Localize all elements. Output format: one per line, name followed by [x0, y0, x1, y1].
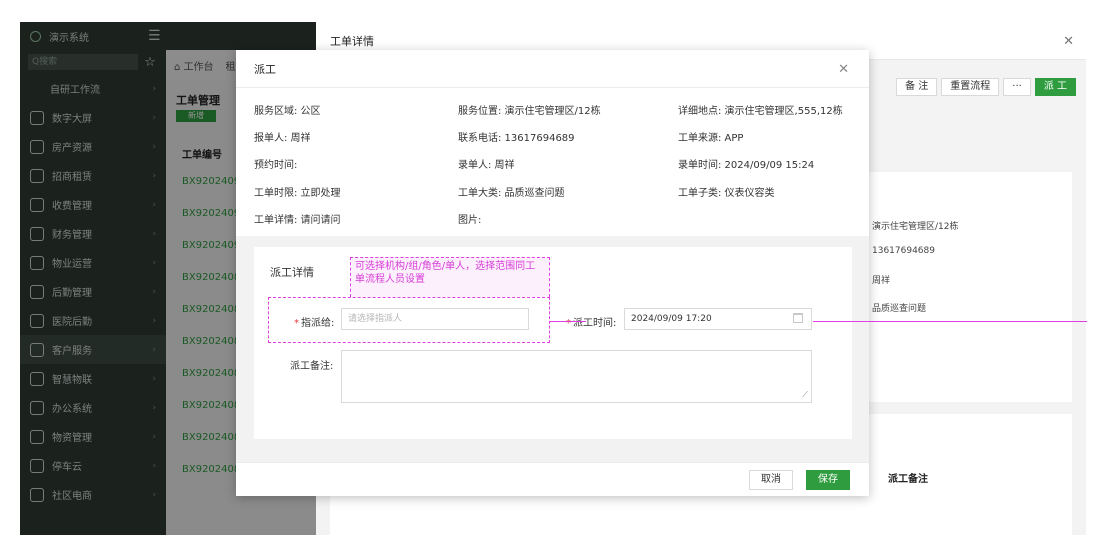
info-appointment: 预约时间:: [254, 160, 298, 171]
info-reporter: 报单人: 周祥: [254, 133, 311, 144]
more-button[interactable]: ···: [1003, 78, 1031, 96]
cancel-button[interactable]: 取消: [749, 470, 793, 490]
column-header-dispatch-remark: 派工备注: [888, 474, 928, 485]
info-category: 工单大类: 品质巡查问题: [458, 188, 565, 199]
dispatch-time-label-text: 派工时间:: [573, 318, 617, 329]
info-recorder: 录单人: 周祥: [458, 160, 515, 171]
remark-textarea[interactable]: ⟋: [341, 350, 812, 403]
save-button[interactable]: 保存: [806, 470, 850, 490]
drawer-field-reporter: 周祥: [872, 276, 891, 286]
info-phone: 联系电话: 13617694689: [458, 133, 575, 144]
remark-label: 派工备注:: [290, 361, 334, 372]
dispatch-button[interactable]: 派 工: [1034, 78, 1076, 96]
info-service-area: 服务区域: 公区: [254, 106, 321, 117]
info-detail-location: 详细地点: 演示住宅管理区,555,12栋: [678, 106, 843, 117]
remark-button[interactable]: 备 注: [896, 78, 938, 96]
info-record-time: 录单时间: 2024/09/09 15:24: [678, 160, 815, 171]
dispatch-details-card: 派工详情 可选择机构/组/角色/单人，选择范围同工单流程人员设置 * 指派给: 请…: [254, 247, 852, 439]
info-subcategory: 工单子类: 仪表仪容类: [678, 188, 775, 199]
info-source: 工单来源: APP: [678, 133, 744, 144]
drawer-field-category: 品质巡查问题: [872, 304, 927, 314]
dispatch-details-title: 派工详情: [270, 266, 314, 279]
drawer-close-icon[interactable]: ✕: [1063, 34, 1074, 49]
modal-title: 派工: [236, 50, 869, 88]
info-service-location: 服务位置: 演示住宅管理区/12栋: [458, 106, 601, 117]
annotation-line-short: [550, 321, 586, 322]
info-details: 工单详情: 请问请问: [254, 215, 341, 226]
annotation-callout: 可选择机构/组/角色/单人，选择范围同工单流程人员设置: [350, 257, 550, 297]
drawer-field-location: 演示住宅管理区/12栋: [872, 222, 959, 232]
drawer-actions: 备 注 重置流程 ··· 派 工: [896, 78, 1076, 96]
dispatch-time-value: 2024/09/09 17:20: [631, 314, 712, 324]
reset-flow-button[interactable]: 重置流程: [941, 78, 1000, 96]
info-time-limit: 工单时限: 立即处理: [254, 188, 341, 199]
assignee-label-text: 指派给:: [301, 318, 335, 329]
resize-handle-icon[interactable]: ⟋: [802, 390, 808, 400]
close-icon[interactable]: ✕: [838, 62, 849, 77]
dispatch-time-picker[interactable]: 2024/09/09 17:20: [624, 308, 812, 330]
dispatch-modal: 派工 ✕ 服务区域: 公区 服务位置: 演示住宅管理区/12栋 详细地点: 演示…: [236, 50, 869, 496]
calendar-icon[interactable]: [793, 313, 803, 323]
drawer-field-phone: 13617694689: [872, 246, 935, 256]
annotation-line-long: [813, 321, 1087, 322]
assignee-label: * 指派给:: [294, 318, 335, 329]
info-images: 图片:: [458, 215, 482, 226]
assignee-select[interactable]: 请选择指派人: [341, 308, 529, 330]
modal-footer: 取消 保存: [236, 462, 869, 496]
